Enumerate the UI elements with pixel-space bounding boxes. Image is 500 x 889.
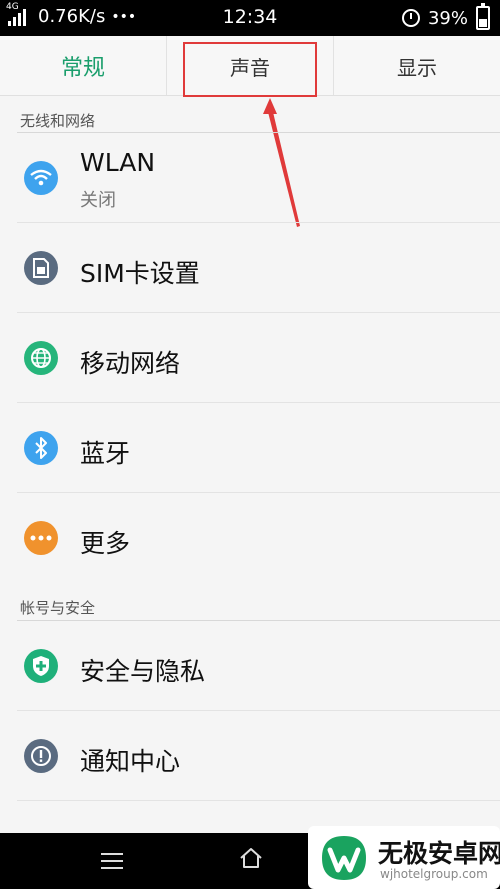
watermark-title: 无极安卓网 bbox=[378, 839, 500, 868]
annotation-highlight-box bbox=[183, 42, 317, 97]
setting-item-wlan[interactable]: WLAN 关闭 bbox=[0, 133, 500, 223]
setting-item-mobile-network[interactable]: 移动网络 bbox=[0, 313, 500, 403]
status-bar: 4G 0.76K/s ••• 12:34 39% bbox=[0, 0, 500, 36]
item-divider bbox=[17, 800, 500, 801]
setting-title: 更多 bbox=[80, 529, 131, 558]
setting-title: 安全与隐私 bbox=[80, 657, 206, 686]
setting-item-sim[interactable]: SIM卡设置 bbox=[0, 223, 500, 313]
home-icon[interactable] bbox=[239, 847, 263, 873]
bluetooth-icon bbox=[24, 431, 58, 465]
section-label-wireless: 无线和网络 bbox=[20, 112, 96, 130]
setting-title: 蓝牙 bbox=[80, 439, 131, 468]
setting-title: 移动网络 bbox=[80, 349, 181, 378]
battery-percent: 39% bbox=[427, 7, 468, 29]
shield-icon bbox=[24, 649, 58, 683]
alert-icon bbox=[24, 739, 58, 773]
sim-card-icon bbox=[24, 251, 58, 285]
setting-item-security[interactable]: 安全与隐私 bbox=[0, 621, 500, 711]
wifi-icon bbox=[24, 161, 58, 195]
watermark: 无极安卓网 wjhotelgroup.com bbox=[308, 826, 500, 889]
setting-subtitle: 关闭 bbox=[80, 190, 116, 211]
setting-title: SIM卡设置 bbox=[80, 259, 200, 288]
section-label-account: 帐号与安全 bbox=[20, 599, 96, 617]
tab-general[interactable]: 常规 bbox=[0, 36, 166, 96]
setting-title: 通知中心 bbox=[80, 747, 181, 776]
alarm-icon bbox=[401, 9, 420, 27]
more-dots-icon bbox=[24, 521, 58, 555]
globe-icon bbox=[24, 341, 58, 375]
watermark-logo-icon bbox=[322, 836, 366, 880]
setting-title: WLAN bbox=[80, 148, 156, 177]
setting-item-more[interactable]: 更多 bbox=[0, 493, 500, 583]
status-right: 39% bbox=[401, 3, 490, 30]
watermark-url: wjhotelgroup.com bbox=[380, 867, 488, 881]
tab-display[interactable]: 显示 bbox=[334, 36, 500, 96]
setting-item-notification-center[interactable]: 通知中心 bbox=[0, 711, 500, 801]
setting-item-bluetooth[interactable]: 蓝牙 bbox=[0, 403, 500, 493]
battery-icon bbox=[476, 3, 490, 30]
menu-icon[interactable] bbox=[101, 853, 123, 874]
